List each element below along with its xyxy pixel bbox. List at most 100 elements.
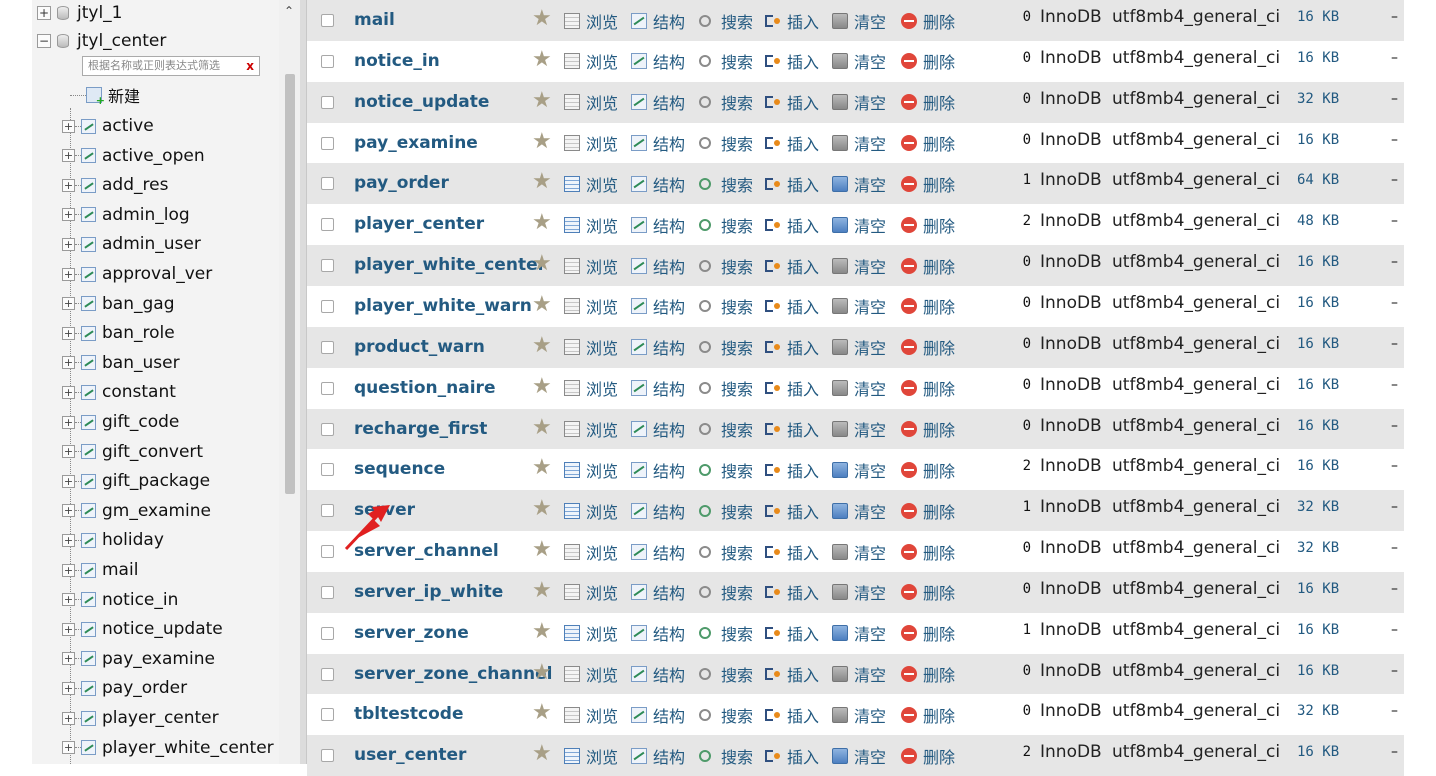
expand-icon[interactable]: +	[62, 445, 75, 459]
nav-table-label[interactable]: gift_convert	[102, 442, 203, 462]
row-checkbox[interactable]	[321, 626, 334, 640]
expand-icon[interactable]: +	[62, 267, 75, 281]
nav-table-item[interactable]: + pay_examine	[62, 646, 215, 672]
empty-link[interactable]: 清空	[832, 449, 886, 490]
drop-link[interactable]: 删除	[901, 327, 955, 368]
table-name-link[interactable]: pay_order	[354, 163, 449, 204]
table-name-link[interactable]: sequence	[354, 449, 445, 490]
empty-link[interactable]: 清空	[832, 654, 886, 695]
expand-icon[interactable]: +	[62, 533, 75, 547]
star-icon[interactable]: ★	[532, 171, 552, 193]
nav-table-label[interactable]: ban_user	[102, 353, 180, 373]
row-checkbox[interactable]	[321, 504, 334, 518]
drop-link[interactable]: 删除	[901, 409, 955, 450]
table-name-link[interactable]: server_ip_white	[354, 572, 503, 613]
row-checkbox[interactable]	[321, 177, 334, 191]
search-link[interactable]: 搜索	[697, 490, 753, 531]
table-name-link[interactable]: pay_examine	[354, 123, 478, 164]
nav-table-item[interactable]: + player_white_center	[62, 735, 274, 761]
insert-link[interactable]: 插入	[765, 163, 819, 204]
size-link[interactable]: 16 KB	[1297, 123, 1339, 157]
table-filter-input[interactable]: 根据名称或正则表达式筛选 x	[82, 56, 260, 76]
drop-link[interactable]: 删除	[901, 245, 955, 286]
star-icon[interactable]: ★	[532, 457, 552, 479]
nav-table-label[interactable]: pay_examine	[102, 649, 215, 669]
drop-link[interactable]: 删除	[901, 490, 955, 531]
expand-icon[interactable]: +	[62, 326, 75, 340]
nav-table-item[interactable]: + ban_user	[62, 350, 180, 376]
database-label[interactable]: jtyl_center	[77, 31, 166, 51]
empty-link[interactable]: 清空	[832, 0, 886, 41]
nav-table-item[interactable]: + ban_gag	[62, 291, 174, 317]
insert-link[interactable]: 插入	[765, 204, 819, 245]
structure-link[interactable]: 结构	[631, 82, 685, 123]
table-name-link[interactable]: tbltestcode	[354, 694, 463, 735]
table-name-link[interactable]: notice_update	[354, 82, 489, 123]
nav-table-item[interactable]: + gift_convert	[62, 439, 203, 465]
browse-link[interactable]: 浏览	[564, 123, 618, 164]
drop-link[interactable]: 删除	[901, 449, 955, 490]
search-link[interactable]: 搜索	[697, 694, 753, 735]
nav-table-label[interactable]: gift_code	[102, 412, 179, 432]
structure-link[interactable]: 结构	[631, 286, 685, 327]
expand-icon[interactable]: +	[62, 119, 75, 133]
expand-icon[interactable]: +	[62, 563, 75, 577]
row-checkbox[interactable]	[321, 95, 334, 109]
nav-table-label[interactable]: gift_package	[102, 471, 210, 491]
structure-link[interactable]: 结构	[631, 245, 685, 286]
browse-link[interactable]: 浏览	[564, 409, 618, 450]
nav-table-item[interactable]: + notice_update	[62, 616, 223, 642]
search-link[interactable]: 搜索	[697, 654, 753, 695]
search-link[interactable]: 搜索	[697, 368, 753, 409]
row-checkbox[interactable]	[321, 463, 334, 477]
database-item-jtyl-1[interactable]: + jtyl_1	[37, 0, 123, 26]
insert-link[interactable]: 插入	[765, 572, 819, 613]
table-name-link[interactable]: server_zone_channel	[354, 654, 552, 695]
structure-link[interactable]: 结构	[631, 0, 685, 41]
nav-table-label[interactable]: notice_update	[102, 619, 223, 639]
structure-link[interactable]: 结构	[631, 409, 685, 450]
insert-link[interactable]: 插入	[765, 613, 819, 654]
insert-link[interactable]: 插入	[765, 286, 819, 327]
empty-link[interactable]: 清空	[832, 531, 886, 572]
browse-link[interactable]: 浏览	[564, 41, 618, 82]
nav-table-item[interactable]: + approval_ver	[62, 261, 212, 287]
nav-scrollbar[interactable]: ⌃	[279, 0, 300, 764]
size-link[interactable]: 16 KB	[1297, 245, 1339, 279]
structure-link[interactable]: 结构	[631, 449, 685, 490]
star-icon[interactable]: ★	[532, 293, 552, 316]
drop-link[interactable]: 删除	[901, 694, 955, 735]
browse-link[interactable]: 浏览	[564, 286, 618, 327]
empty-link[interactable]: 清空	[832, 613, 886, 654]
insert-link[interactable]: 插入	[765, 0, 819, 41]
expand-icon[interactable]: +	[62, 415, 75, 429]
table-name-link[interactable]: user_center	[354, 735, 466, 776]
empty-link[interactable]: 清空	[832, 245, 886, 286]
table-name-link[interactable]: recharge_first	[354, 409, 487, 450]
row-checkbox[interactable]	[321, 14, 334, 27]
row-checkbox[interactable]	[321, 545, 334, 559]
empty-link[interactable]: 清空	[832, 490, 886, 531]
structure-link[interactable]: 结构	[631, 735, 685, 776]
drop-link[interactable]: 删除	[901, 572, 955, 613]
star-icon[interactable]: ★	[532, 498, 552, 520]
nav-table-item[interactable]: + mail	[62, 557, 138, 583]
expand-icon[interactable]: +	[62, 149, 75, 163]
structure-link[interactable]: 结构	[631, 654, 685, 695]
nav-table-label[interactable]: ban_gag	[102, 294, 174, 314]
nav-table-item[interactable]: + pay_order	[62, 675, 187, 701]
size-link[interactable]: 16 KB	[1297, 735, 1339, 769]
size-link[interactable]: 32 KB	[1297, 82, 1339, 116]
drop-link[interactable]: 删除	[901, 654, 955, 695]
row-checkbox[interactable]	[321, 259, 334, 273]
empty-link[interactable]: 清空	[832, 204, 886, 245]
structure-link[interactable]: 结构	[631, 531, 685, 572]
browse-link[interactable]: 浏览	[564, 204, 618, 245]
star-icon[interactable]: ★	[532, 661, 552, 684]
star-icon[interactable]: ★	[532, 620, 552, 643]
browse-link[interactable]: 浏览	[564, 613, 618, 654]
expand-icon[interactable]: +	[62, 741, 75, 755]
insert-link[interactable]: 插入	[765, 694, 819, 735]
expand-icon[interactable]: +	[62, 652, 75, 666]
size-link[interactable]: 16 KB	[1297, 613, 1339, 647]
